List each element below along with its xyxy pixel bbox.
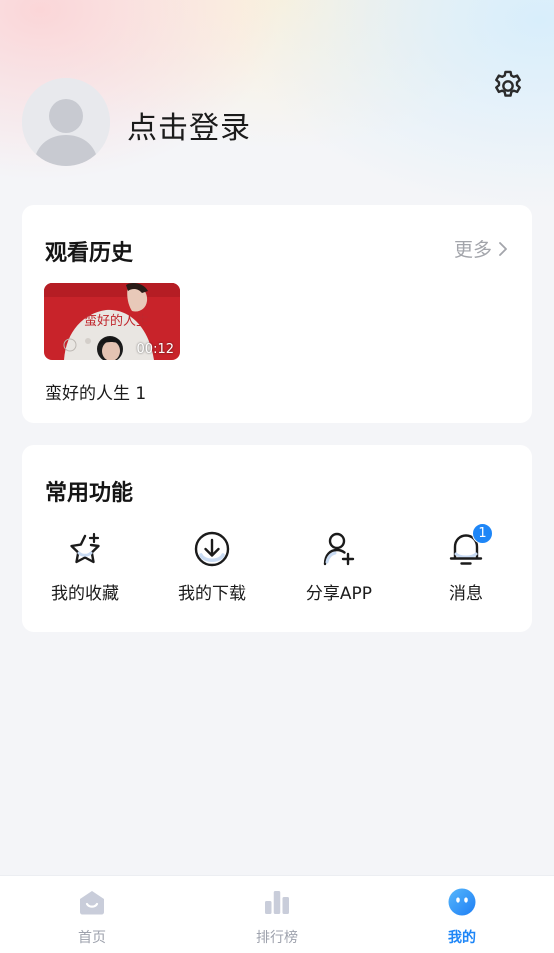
share-app-label: 分享APP	[305, 584, 373, 604]
tab-home[interactable]: 首页	[0, 876, 184, 953]
history-more-link[interactable]: 更多	[454, 235, 508, 262]
history-thumbnail[interactable]: 蛮好的人生 00:12	[44, 283, 180, 360]
share-app-button[interactable]: 分享APP	[276, 529, 402, 609]
default-avatar-icon	[22, 78, 110, 166]
chevron-right-icon	[499, 241, 507, 256]
messages-button[interactable]: 1 消息	[403, 523, 529, 609]
messages-icon-wrap: 1	[446, 523, 493, 569]
download-icon	[194, 531, 230, 567]
downloads-icon-wrap	[192, 529, 232, 569]
avatar[interactable]	[22, 78, 110, 166]
tab-home-label: 首页	[78, 930, 106, 946]
share-user-icon	[323, 532, 355, 566]
more-label: 更多	[453, 239, 492, 261]
video-duration: 00:12	[136, 342, 174, 357]
tab-mine[interactable]: 我的	[370, 876, 554, 953]
messages-label: 消息	[449, 584, 483, 604]
gear-icon	[495, 70, 521, 97]
favorites-label: 我的收藏	[51, 584, 119, 604]
downloads-label: 我的下载	[178, 584, 246, 604]
bottom-tab-bar: 首页 排行榜 我的	[0, 875, 554, 953]
features-title: 常用功能	[45, 481, 134, 506]
settings-button[interactable]	[489, 67, 527, 105]
features-card: 常用功能 我的收藏 我的下载 分享APP 1 消息	[22, 445, 532, 632]
star-icon	[70, 532, 100, 564]
ranking-icon-wrap	[262, 887, 292, 917]
history-card: 观看历史 更多 蛮好的人生 00:12 蛮好的人生 1	[22, 205, 532, 423]
features-row: 我的收藏 我的下载 分享APP 1 消息	[22, 523, 532, 609]
home-icon	[80, 891, 104, 915]
login-link[interactable]: 点击登录	[127, 103, 251, 147]
home-icon-wrap	[77, 887, 107, 917]
share-icon-wrap	[319, 529, 359, 569]
profile-face-icon	[448, 888, 476, 916]
favorites-button[interactable]: 我的收藏	[22, 529, 148, 609]
ranking-icon	[265, 891, 289, 914]
poster-title: 蛮好的人生	[84, 313, 149, 329]
tab-mine-label: 我的	[448, 930, 476, 946]
history-video-title[interactable]: 蛮好的人生 1	[45, 379, 146, 404]
message-count-badge: 1	[472, 523, 493, 544]
tab-ranking-label: 排行榜	[256, 930, 298, 946]
tab-ranking[interactable]: 排行榜	[185, 876, 369, 953]
favorites-icon-wrap	[65, 529, 105, 569]
profile-icon-wrap	[447, 887, 477, 917]
profile-page: 点击登录 观看历史 更多 蛮好的人生 00:12 蛮好的人生 1 常用功能 我的…	[0, 0, 554, 953]
history-title: 观看历史	[45, 241, 134, 266]
downloads-button[interactable]: 我的下载	[149, 529, 275, 609]
